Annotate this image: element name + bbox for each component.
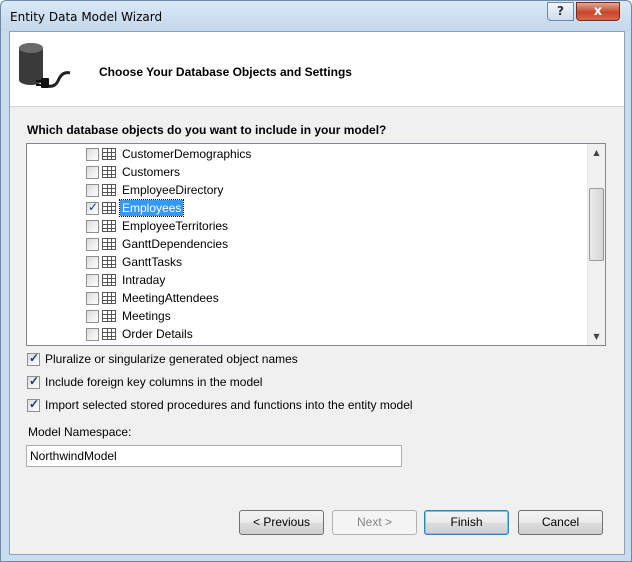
tree-item[interactable]: EmployeeDirectory bbox=[86, 181, 225, 199]
tree-item[interactable]: Meetings bbox=[86, 307, 173, 325]
tree-item-label[interactable]: Intraday bbox=[120, 272, 167, 288]
stored-procs-checkbox[interactable] bbox=[27, 397, 40, 412]
tree-item[interactable]: GanttDependencies bbox=[86, 235, 230, 253]
tree-item[interactable]: Employees bbox=[86, 199, 185, 217]
scroll-down-icon[interactable]: ▼ bbox=[588, 328, 605, 345]
pluralize-label: Pluralize or singularize generated objec… bbox=[45, 352, 298, 366]
tree-item-checkbox[interactable] bbox=[86, 309, 99, 323]
pluralize-checkbox[interactable] bbox=[27, 351, 40, 366]
tree-item-label[interactable]: Customers bbox=[120, 164, 182, 180]
tree-item-label[interactable]: EmployeeDirectory bbox=[120, 182, 225, 198]
tree-item-checkbox[interactable] bbox=[86, 327, 99, 341]
tree-item-checkbox[interactable] bbox=[86, 219, 99, 233]
tree-item[interactable]: Intraday bbox=[86, 271, 167, 289]
foreign-keys-option[interactable]: Include foreign key columns in the model bbox=[27, 374, 263, 389]
foreign-keys-checkbox[interactable] bbox=[27, 374, 40, 389]
table-icon bbox=[102, 238, 116, 250]
tree-item-label[interactable]: GanttTasks bbox=[120, 254, 184, 270]
tree-item-checkbox[interactable] bbox=[86, 147, 99, 161]
table-icon bbox=[102, 310, 116, 322]
tree-item-label[interactable]: Order Details bbox=[120, 326, 195, 342]
table-icon bbox=[102, 274, 116, 286]
wizard-body: Choose Your Database Objects and Setting… bbox=[9, 31, 625, 555]
close-button[interactable]: x bbox=[576, 2, 620, 21]
wizard-window: Entity Data Model Wizard ? x Choose Your… bbox=[0, 0, 632, 562]
tree-scrollbar[interactable]: ▲ ▼ bbox=[587, 144, 605, 345]
stored-procs-label: Import selected stored procedures and fu… bbox=[45, 398, 413, 412]
namespace-label: Model Namespace: bbox=[28, 425, 132, 439]
tree-item-label[interactable]: MeetingAttendees bbox=[120, 290, 221, 306]
table-icon bbox=[102, 220, 116, 232]
tree-item-label[interactable]: EmployeeTerritories bbox=[120, 218, 230, 234]
header-band: Choose Your Database Objects and Setting… bbox=[10, 32, 624, 107]
table-icon bbox=[102, 166, 116, 178]
tree-item-checkbox[interactable] bbox=[86, 165, 99, 179]
tree-item[interactable]: Customers bbox=[86, 163, 182, 181]
namespace-input[interactable] bbox=[26, 445, 402, 467]
table-icon bbox=[102, 148, 116, 160]
tree-item[interactable]: EmployeeTerritories bbox=[86, 217, 230, 235]
table-icon bbox=[102, 184, 116, 196]
tree-item-checkbox[interactable] bbox=[86, 291, 99, 305]
tree-item-label[interactable]: Employees bbox=[118, 199, 185, 217]
tree-item-label[interactable]: GanttDependencies bbox=[120, 236, 230, 252]
tree-item-checkbox[interactable] bbox=[86, 255, 99, 269]
objects-question: Which database objects do you want to in… bbox=[27, 123, 387, 137]
database-plug-icon bbox=[19, 43, 71, 88]
table-icon bbox=[102, 256, 116, 268]
next-button[interactable]: Next > bbox=[332, 510, 417, 535]
tree-item-checkbox[interactable] bbox=[86, 237, 99, 251]
cancel-button[interactable]: Cancel bbox=[518, 510, 603, 535]
stored-procs-option[interactable]: Import selected stored procedures and fu… bbox=[27, 397, 413, 412]
tree-item-checkbox[interactable] bbox=[86, 200, 99, 215]
page-title: Choose Your Database Objects and Setting… bbox=[99, 65, 352, 79]
scroll-up-icon[interactable]: ▲ bbox=[588, 144, 605, 161]
tree-item[interactable]: Order Details bbox=[86, 325, 195, 343]
previous-button[interactable]: < Previous bbox=[239, 510, 324, 535]
foreign-keys-label: Include foreign key columns in the model bbox=[45, 375, 263, 389]
pluralize-option[interactable]: Pluralize or singularize generated objec… bbox=[27, 351, 298, 366]
tree-item[interactable]: CustomerDemographics bbox=[86, 145, 253, 163]
title-bar: Entity Data Model Wizard ? x bbox=[1, 1, 631, 31]
tree-item-checkbox[interactable] bbox=[86, 273, 99, 287]
help-button[interactable]: ? bbox=[547, 2, 574, 21]
tree-item[interactable]: GanttTasks bbox=[86, 253, 184, 271]
window-title: Entity Data Model Wizard bbox=[10, 10, 163, 24]
table-icon bbox=[102, 202, 116, 214]
table-icon bbox=[102, 292, 116, 304]
tree-item[interactable]: MeetingAttendees bbox=[86, 289, 221, 307]
tree-item-checkbox[interactable] bbox=[86, 183, 99, 197]
tree-item-label[interactable]: CustomerDemographics bbox=[120, 146, 253, 162]
scroll-thumb[interactable] bbox=[589, 188, 604, 261]
tree-item-label[interactable]: Meetings bbox=[120, 308, 173, 324]
table-icon bbox=[102, 328, 116, 340]
finish-button[interactable]: Finish bbox=[424, 510, 509, 535]
database-objects-tree[interactable]: CustomerDemographics Customers EmployeeDir… bbox=[26, 143, 606, 346]
